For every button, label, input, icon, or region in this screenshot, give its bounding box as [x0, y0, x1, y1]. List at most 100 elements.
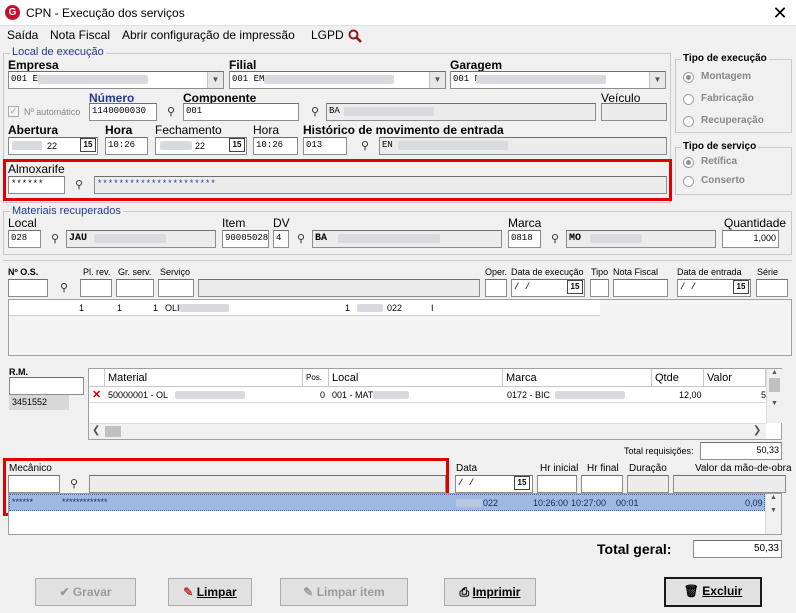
grid-header-valor[interactable]: Valor	[704, 369, 766, 387]
filial-label: Filial	[229, 58, 257, 72]
tipo-execucao-legend: Tipo de execução	[681, 53, 769, 64]
radio-fabricacao-label: Fabricação	[701, 93, 754, 104]
menu-nota-fiscal[interactable]: Nota Fiscal	[50, 28, 110, 42]
hr-final-input[interactable]	[581, 475, 623, 493]
historico-input[interactable]: 013	[303, 137, 347, 155]
radio-fabricacao[interactable]	[683, 94, 694, 105]
tipo-input[interactable]	[590, 279, 609, 297]
search-icon[interactable]	[348, 29, 362, 43]
redacted-text	[555, 391, 625, 399]
redacted-text	[357, 304, 383, 312]
binoculars-icon[interactable]: ⚲	[162, 104, 180, 120]
local-input[interactable]: 028	[8, 230, 41, 248]
binoculars-icon[interactable]: ⚲	[46, 231, 64, 247]
os-num-input[interactable]	[8, 279, 48, 297]
veiculo-input[interactable]	[601, 103, 667, 121]
calendar-icon[interactable]: 15	[80, 138, 96, 152]
gravar-button[interactable]: ✔ Gravar	[35, 578, 136, 606]
hora-input[interactable]: 10:26	[105, 137, 148, 155]
chevron-down-icon[interactable]: ▼	[429, 72, 445, 88]
marca-input[interactable]: 0818	[508, 230, 541, 248]
trash-icon: 🗑	[683, 584, 699, 598]
grid-header-material[interactable]: Material	[105, 369, 303, 387]
hora2-input[interactable]: 10:26	[253, 137, 298, 155]
chevron-down-icon[interactable]: ▼	[649, 72, 665, 88]
broom-icon: ✎	[183, 585, 194, 599]
local-execucao-legend: Local de execução	[10, 46, 106, 58]
rm-input[interactable]	[9, 377, 84, 395]
menu-saida[interactable]: Saída	[7, 28, 38, 42]
grid-header-pos[interactable]: Pos.	[303, 369, 329, 387]
item-input[interactable]: 90005028	[222, 230, 269, 248]
gr-serv-input[interactable]	[116, 279, 154, 297]
componente-input[interactable]: 001	[183, 103, 299, 121]
grid-header-qtde[interactable]: Qtde	[652, 369, 704, 387]
grid-header-local[interactable]: Local	[329, 369, 503, 387]
empresa-label: Empresa	[8, 58, 59, 72]
imprimir-button[interactable]: ⎙ Imprimir	[444, 578, 536, 606]
calendar-icon[interactable]: 15	[567, 280, 583, 294]
radio-conserto[interactable]	[683, 176, 694, 187]
almoxarife-code-input[interactable]: ******	[8, 176, 65, 194]
mecanico-vertical-scrollbar[interactable]: ▲ ▼	[765, 494, 781, 534]
total-requisicoes-value: 50,33	[700, 442, 782, 460]
delete-mark-icon[interactable]: ✕	[92, 388, 101, 401]
calendar-icon[interactable]: 15	[733, 280, 749, 294]
table-row[interactable]: ****** ************* 022 10:26:00 10:27:…	[9, 494, 765, 511]
window-title: CPN - Execução dos serviços	[26, 6, 185, 20]
table-row[interactable]: ✕ 50000001 - OL 0 001 - MAT 0172 - BIC 1…	[89, 387, 766, 403]
numero-input[interactable]: 1140000030	[89, 103, 157, 121]
auto-number-checkbox[interactable]: ✓	[8, 106, 19, 117]
duracao-input	[627, 475, 669, 493]
table-row[interactable]: 1 1 1 OLI 1 022 I	[9, 300, 600, 316]
valor-mao-obra-input	[673, 475, 786, 493]
app-logo-icon: G	[5, 5, 20, 20]
quantidade-input[interactable]: 1,000	[722, 230, 779, 248]
materials-horizontal-scrollbar[interactable]: ❮ ❯	[89, 423, 766, 439]
limpar-button[interactable]: ✎ Limpar	[168, 578, 252, 606]
mecanico-label: Mecânico	[9, 463, 52, 474]
quantidade-label: Quantidade	[724, 216, 787, 230]
rm-value[interactable]: 3451552	[9, 395, 69, 410]
radio-retifica[interactable]	[683, 157, 694, 168]
binoculars-icon[interactable]: ⚲	[65, 476, 83, 492]
servico-input[interactable]	[158, 279, 194, 297]
mecanico-data-label: Data	[456, 463, 478, 474]
binoculars-icon[interactable]: ⚲	[70, 177, 88, 193]
chevron-down-icon[interactable]: ▼	[207, 72, 223, 88]
menu-lgpd[interactable]: LGPD	[311, 28, 344, 42]
almoxarife-name: **********************	[94, 176, 667, 194]
redacted-text	[590, 234, 642, 243]
os-num-label: Nº O.S.	[8, 267, 39, 277]
radio-recuperacao[interactable]	[683, 116, 694, 127]
oper-input[interactable]	[485, 279, 507, 297]
pencil-icon: ✎	[303, 585, 314, 599]
pl-rev-input[interactable]	[80, 279, 112, 297]
redacted-text	[179, 304, 229, 312]
nota-fiscal-input[interactable]	[613, 279, 668, 297]
limpar-item-button[interactable]: ✎ Limpar item	[280, 578, 408, 606]
redacted-text	[398, 141, 508, 150]
menu-abrir-config-impressao[interactable]: Abrir configuração de impressão	[122, 28, 295, 42]
close-button[interactable]: ✕	[768, 2, 792, 24]
mecanico-code-input[interactable]	[8, 475, 60, 493]
binoculars-icon[interactable]: ⚲	[546, 231, 564, 247]
serie-input[interactable]	[756, 279, 788, 297]
total-geral-label: Total geral:	[597, 541, 672, 557]
tipo-servico-group	[675, 147, 792, 195]
binoculars-icon[interactable]: ⚲	[356, 138, 374, 154]
excluir-button[interactable]: 🗑 Excluir	[664, 577, 762, 607]
calendar-icon[interactable]: 15	[229, 138, 245, 152]
binoculars-icon[interactable]: ⚲	[55, 280, 73, 296]
redacted-text	[264, 75, 394, 84]
dv-label: DV	[273, 216, 290, 230]
materials-vertical-scrollbar[interactable]: ▲ ▼	[766, 369, 782, 423]
radio-montagem[interactable]	[683, 72, 694, 83]
dv-input[interactable]: 4	[273, 230, 289, 248]
binoculars-icon[interactable]: ⚲	[306, 104, 324, 120]
calendar-icon[interactable]: 15	[514, 476, 530, 490]
binoculars-icon[interactable]: ⚲	[292, 231, 310, 247]
hr-inicial-input[interactable]	[537, 475, 577, 493]
grid-header-marca[interactable]: Marca	[503, 369, 652, 387]
radio-conserto-label: Conserto	[701, 175, 745, 186]
